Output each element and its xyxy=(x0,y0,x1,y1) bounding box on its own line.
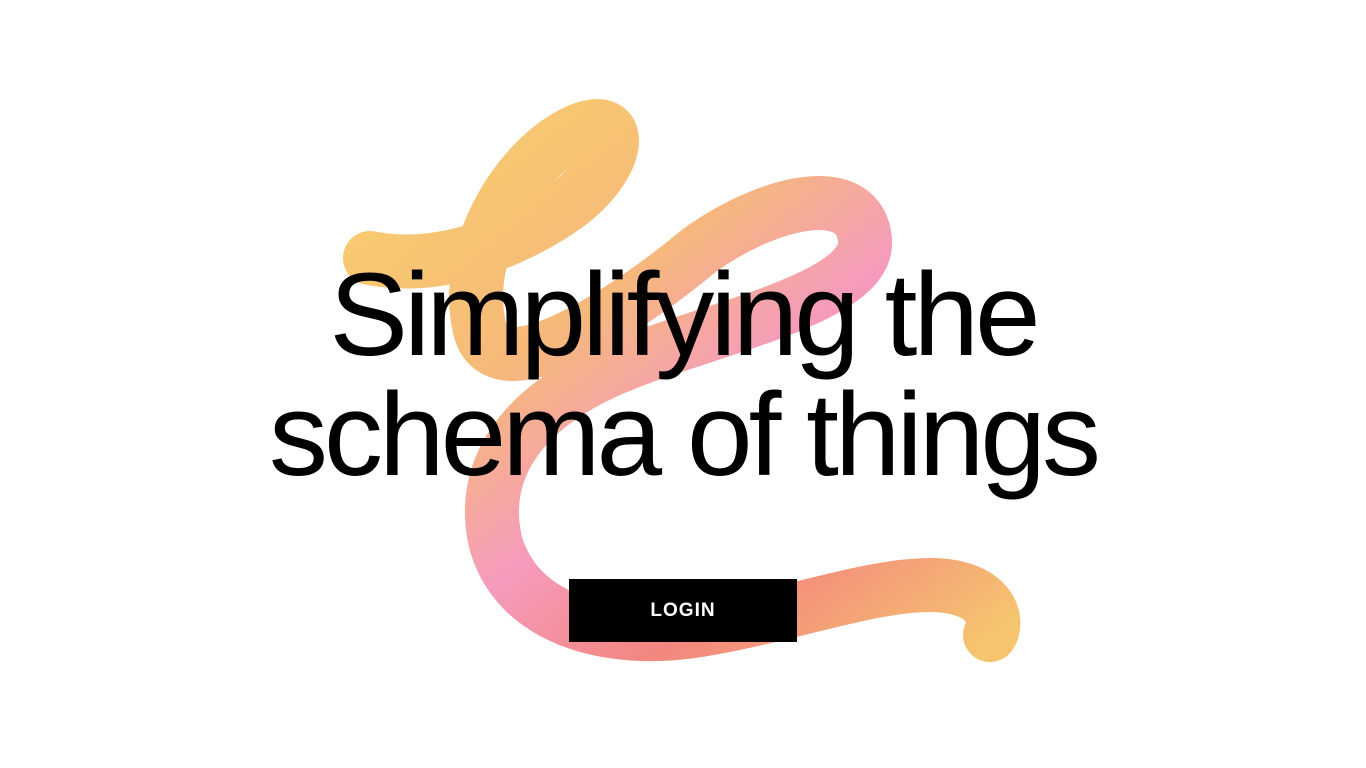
login-button[interactable]: LOGIN xyxy=(569,579,797,642)
hero-title-line-2: schema of things xyxy=(268,369,1101,501)
landing-page: Simplifying the schema of things LOGIN xyxy=(0,0,1366,768)
hero-title: Simplifying the schema of things xyxy=(0,255,1366,495)
hero-title-line-1: Simplifying the xyxy=(329,249,1040,381)
